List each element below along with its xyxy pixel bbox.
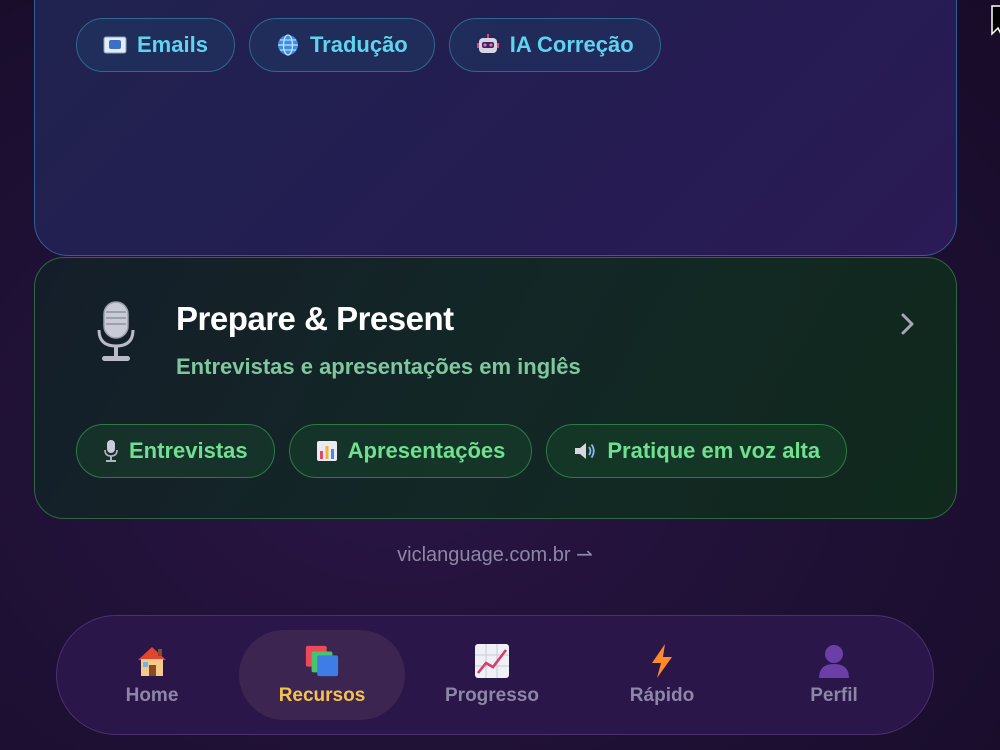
nav-item-rapido[interactable]: Rápido bbox=[579, 630, 745, 720]
user-icon bbox=[816, 643, 852, 679]
stacked-cards-icon bbox=[304, 643, 340, 679]
globe-icon bbox=[276, 33, 300, 57]
nav-item-recursos[interactable]: Recursos bbox=[239, 630, 405, 720]
nav-item-perfil[interactable]: Perfil bbox=[751, 630, 917, 720]
card-subtitle: Entrevistas e apresentações em inglês bbox=[176, 354, 581, 379]
site-link[interactable]: viclanguage.com.br ⇀ bbox=[0, 542, 990, 567]
speaker-icon bbox=[573, 440, 597, 462]
chip-pratique-voz-alta[interactable]: Pratique em voz alta bbox=[546, 424, 848, 478]
nav-item-progresso[interactable]: Progresso bbox=[409, 630, 575, 720]
line-chart-icon bbox=[474, 643, 510, 679]
lightning-icon bbox=[644, 643, 680, 679]
bottom-nav: Home Recursos Progresso Rápido Perfil bbox=[56, 615, 934, 735]
house-icon bbox=[134, 643, 170, 679]
chip-apresentacoes[interactable]: Apresentações bbox=[288, 424, 533, 478]
nav-item-home[interactable]: Home bbox=[69, 630, 235, 720]
write-card-chips: Emails Tradução IA Correção bbox=[76, 18, 661, 72]
chip-emails[interactable]: Emails bbox=[76, 18, 235, 72]
bar-chart-icon bbox=[316, 440, 338, 462]
chip-ia-correcao[interactable]: IA Correção bbox=[448, 18, 661, 72]
prepare-card-chips: Entrevistas Apresentações Pratique em vo… bbox=[76, 424, 848, 478]
card-title: Prepare & Present bbox=[176, 300, 454, 337]
microphone-icon bbox=[103, 439, 119, 463]
chevron-right-icon[interactable] bbox=[898, 310, 918, 338]
chip-traducao[interactable]: Tradução bbox=[248, 18, 435, 72]
envelope-icon bbox=[103, 36, 127, 54]
mouse-cursor-icon bbox=[991, 5, 1000, 36]
prepare-present-card[interactable] bbox=[34, 257, 957, 519]
chip-entrevistas[interactable]: Entrevistas bbox=[76, 424, 275, 478]
robot-icon bbox=[476, 33, 500, 57]
microphone-icon bbox=[97, 301, 135, 361]
